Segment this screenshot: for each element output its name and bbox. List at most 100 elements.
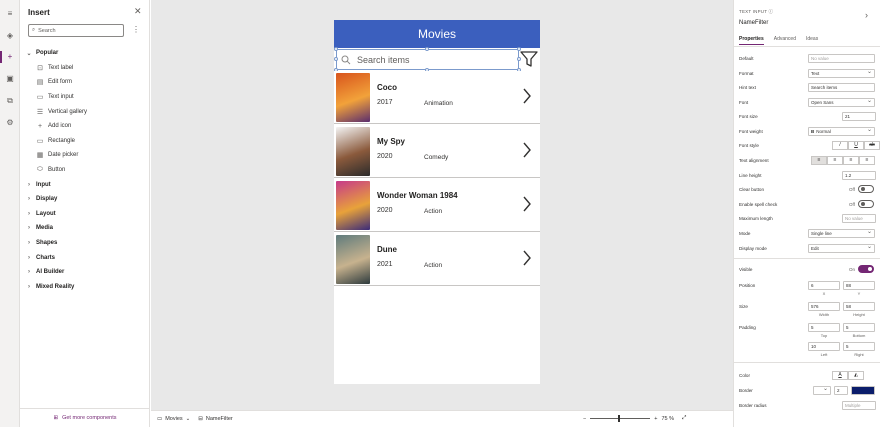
resize-handle[interactable] [334,47,338,51]
tab-advanced[interactable]: Advanced [774,36,796,45]
more-options-icon[interactable]: ⋮ [132,25,140,34]
category-media[interactable]: › Media [26,221,146,236]
chevron-right-icon[interactable] [522,195,532,213]
align-left-icon[interactable]: ≡ [811,155,827,165]
category-mixed-reality[interactable]: › Mixed Reality [26,280,146,295]
chevron-right-icon[interactable] [522,141,532,159]
padding-left-field[interactable]: 10 [808,341,840,351]
insert-search-input[interactable]: ⌕ Search [28,24,124,37]
spell-check-toggle[interactable]: Off [849,200,874,208]
name-filter-input[interactable]: Search items [336,49,519,70]
format-dropdown[interactable]: Text [808,68,875,78]
insert-item-add-icon[interactable]: + Add icon [26,119,146,134]
zoom-in-button[interactable]: + [654,416,657,422]
prop-padding: Padding 5 5 [739,322,877,332]
insert-item-text-label[interactable]: ⊡ Text label [26,61,146,76]
gallery-row[interactable]: Coco 2017 Animation [334,71,540,124]
zoom-out-button[interactable]: − [583,416,586,422]
category-shapes[interactable]: › Shapes [26,236,146,251]
insert-item-vertical-gallery[interactable]: ☰ Vertical gallery [26,104,146,119]
width-field[interactable]: 576 [808,301,840,311]
gallery-row[interactable]: Wonder Woman 1984 2020 Action [334,179,540,232]
movie-genre: Action [424,262,443,269]
italic-icon[interactable]: / [832,140,848,150]
layers-icon[interactable]: ◈ [4,30,16,42]
help-icon[interactable]: ⓘ [769,9,774,14]
resize-handle[interactable] [334,57,338,61]
visible-toggle[interactable]: On [849,265,875,273]
border-color-swatch[interactable] [851,385,875,395]
font-weight-dropdown[interactable]: B Normal [808,126,875,136]
position-y-field[interactable]: 88 [843,280,875,290]
expand-chevron-icon[interactable]: › [865,10,868,20]
fit-to-window-icon[interactable]: ⤢ [682,415,686,422]
tab-ideas[interactable]: Ideas [806,36,818,45]
insert-item-edit-form[interactable]: ▤ Edit form [26,75,146,90]
category-input[interactable]: › Input [26,177,146,192]
category-display[interactable]: › Display [26,192,146,207]
tab-properties[interactable]: Properties [739,36,764,45]
zoom-level: 75 % [661,415,674,422]
category-charts[interactable]: › Charts [26,250,146,265]
gallery-row[interactable]: Dune 2021 Action [334,233,540,286]
underline-icon[interactable]: U [848,140,864,150]
padding-bottom-field[interactable]: 5 [843,322,875,332]
hint-text-field[interactable]: Search items [808,82,875,92]
padding-right-field[interactable]: 5 [843,341,875,351]
insert-item-button[interactable]: ⬭ Button [26,163,146,178]
fill-color-icon[interactable]: ◭ [848,370,864,380]
prop-label: Font [739,99,749,105]
get-more-components-link[interactable]: ⊞ Get more components [20,408,150,427]
tools-icon[interactable]: ⚙ [4,117,16,129]
category-layout[interactable]: › Layout [26,207,146,222]
prop-label: Default [739,55,754,61]
zoom-slider-thumb[interactable] [618,415,621,422]
clear-button-toggle[interactable]: Off [849,185,874,193]
item-label: Rectangle [48,137,76,144]
close-icon[interactable]: ✕ [134,6,142,17]
line-height-field[interactable]: 1.2 [842,170,876,180]
media-icon[interactable]: ⧉ [4,95,16,107]
insert-item-text-input[interactable]: ▭ Text input [26,90,146,105]
mode-dropdown[interactable]: Single line [808,228,875,238]
position-x-field[interactable]: 6 [808,280,840,290]
border-radius-field[interactable]: Multiple [842,400,876,410]
align-right-icon[interactable]: ≡ [843,155,859,165]
app-screen[interactable]: Movies Search items Coco 2017 Animation … [334,20,540,384]
toggle-switch[interactable] [857,200,874,208]
height-field[interactable]: 58 [843,301,875,311]
insert-item-date-picker[interactable]: ▦ Date picker [26,148,146,163]
chevron-right-icon[interactable] [522,87,532,105]
movie-poster [336,181,370,230]
font-size-field[interactable]: 21 [842,111,876,121]
zoom-slider[interactable] [590,415,651,422]
chevron-right-icon[interactable] [522,249,532,267]
align-justify-icon[interactable]: ≡ [859,155,875,165]
prop-format: Format Text [739,68,877,78]
padding-top-field[interactable]: 5 [808,322,840,332]
border-style-dropdown[interactable] [813,385,831,395]
resize-handle[interactable] [425,47,429,51]
data-icon[interactable]: ▣ [4,73,16,85]
filter-icon[interactable] [520,50,538,68]
insert-item-rectangle[interactable]: ▭ Rectangle [26,134,146,149]
toggle-switch[interactable] [857,185,874,193]
gallery-row[interactable]: My Spy 2020 Comedy [334,125,540,178]
max-length-field[interactable]: No value [842,213,876,223]
chevron-right-icon: › [28,240,30,247]
display-mode-dropdown[interactable]: Edit [808,243,875,253]
category-popular[interactable]: ⌄ Popular [26,46,146,61]
align-center-icon[interactable]: ≡ [827,155,843,165]
font-dropdown[interactable]: Open Sans [808,97,875,107]
chevron-right-icon: › [28,283,30,290]
control-breadcrumb[interactable]: ⊟ NameFilter [198,416,233,422]
border-thickness-field[interactable]: 2 [834,385,848,395]
strikethrough-icon[interactable]: ab [864,140,880,150]
font-color-icon[interactable]: A [832,370,848,380]
category-ai-builder[interactable]: › AI Builder [26,265,146,280]
screen-selector[interactable]: ▭ Movies ⌄ [157,416,190,422]
insert-icon[interactable]: + [0,51,16,63]
default-field[interactable]: No value [808,53,875,63]
hamburger-icon[interactable]: ≡ [4,8,16,20]
toggle-switch[interactable] [858,265,875,273]
